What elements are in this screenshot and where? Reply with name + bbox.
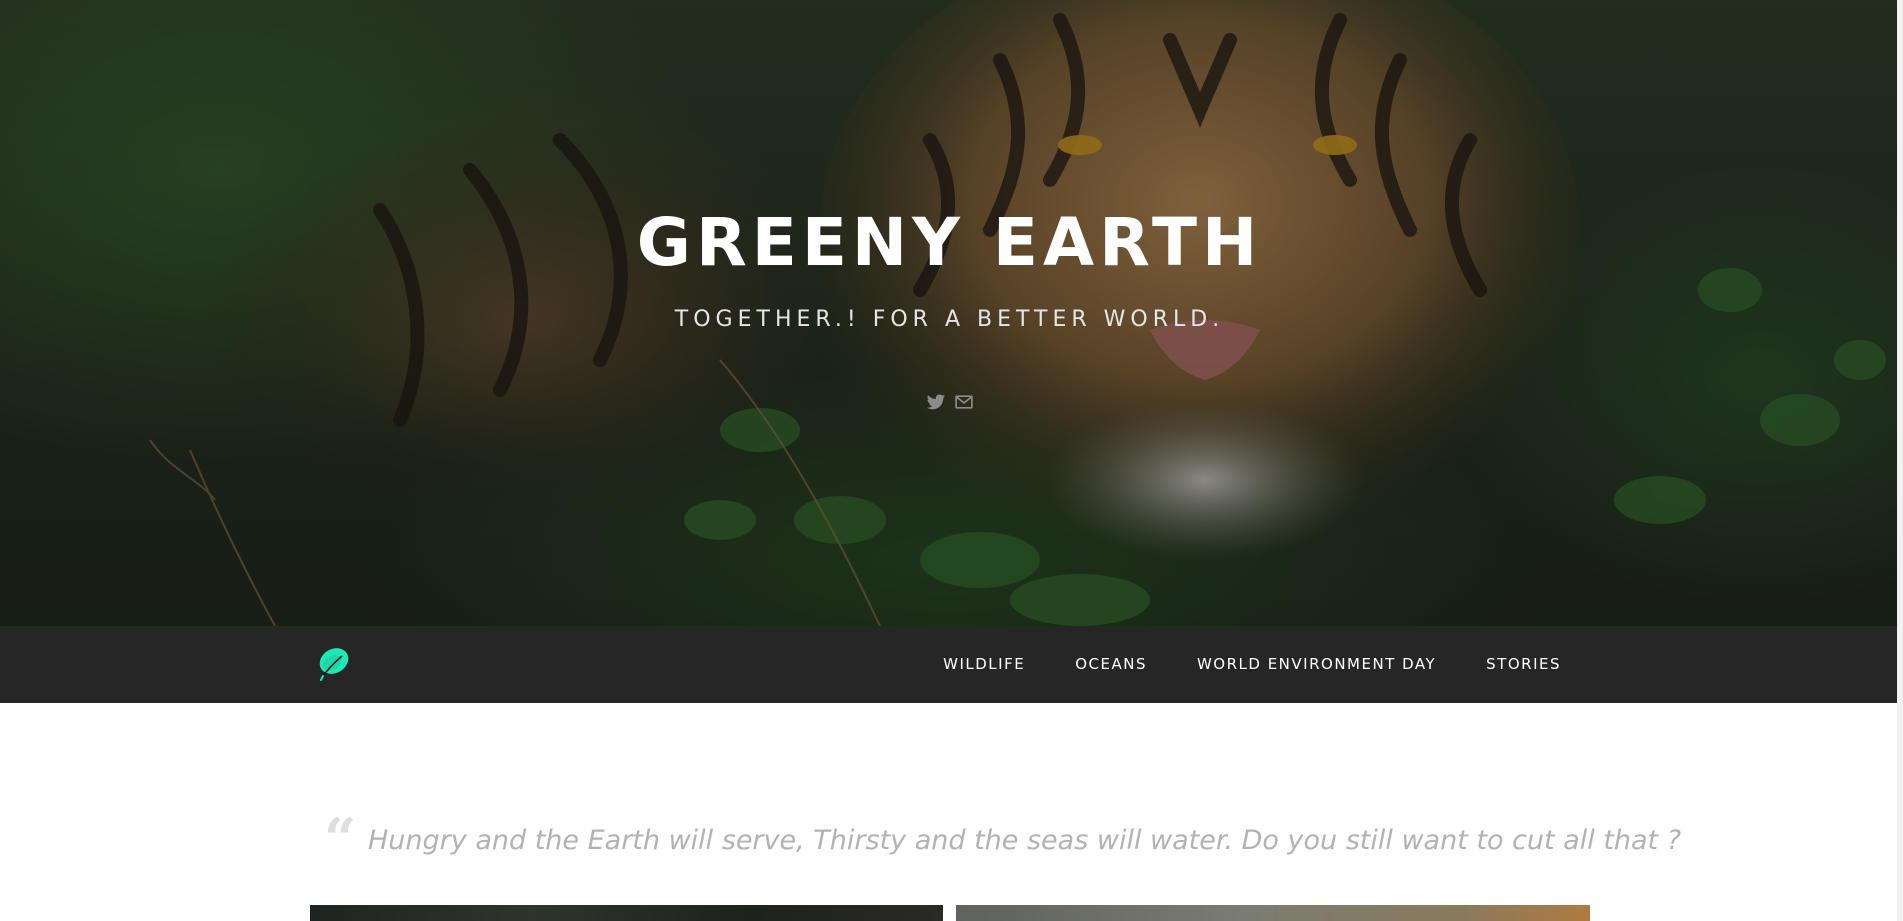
- email-link[interactable]: [954, 392, 974, 412]
- nav-item-stories[interactable]: STORIES: [1461, 626, 1561, 703]
- twitter-icon: [926, 394, 945, 410]
- social-links: [0, 392, 1899, 412]
- nav-menu: WILDLIFE OCEANS WORLD ENVIRONMENT DAY ST…: [918, 626, 1561, 703]
- site-tagline: TOGETHER.! FOR A BETTER WORLD.: [674, 307, 1225, 332]
- featured-quote: “ Hungry and the Earth will serve, Thirs…: [324, 811, 1681, 867]
- hero-banner: GREENY EARTH TOGETHER.! FOR A BETTER WOR…: [0, 0, 1899, 626]
- twitter-link[interactable]: [926, 392, 946, 412]
- quote-text: Hungry and the Earth will serve, Thirsty…: [368, 825, 1682, 856]
- page: GREENY EARTH TOGETHER.! FOR A BETTER WOR…: [0, 0, 1903, 921]
- nav-item-oceans[interactable]: OCEANS: [1050, 626, 1172, 703]
- post-card-image-right[interactable]: [956, 905, 1590, 921]
- main-navbar: WILDLIFE OCEANS WORLD ENVIRONMENT DAY ST…: [0, 626, 1897, 703]
- brand-logo-link[interactable]: [312, 644, 352, 684]
- nav-item-world-environment-day[interactable]: WORLD ENVIRONMENT DAY: [1172, 626, 1461, 703]
- nav-item-wildlife[interactable]: WILDLIFE: [918, 626, 1050, 703]
- page-right-edge: [1897, 0, 1903, 921]
- post-card-image-left[interactable]: [310, 905, 943, 921]
- quote-mark-icon: “: [324, 806, 357, 872]
- leaf-logo-icon: [319, 648, 349, 681]
- mail-icon: [954, 395, 973, 409]
- site-title: GREENY EARTH: [636, 204, 1263, 281]
